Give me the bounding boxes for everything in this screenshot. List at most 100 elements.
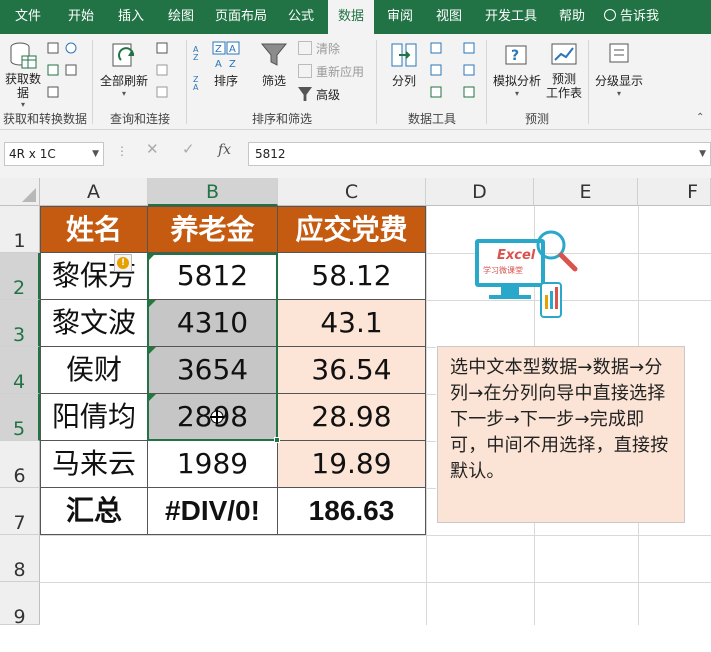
tab-home[interactable]: 开始 bbox=[58, 0, 104, 34]
cell-a7-total-label[interactable]: 汇总 bbox=[40, 487, 148, 535]
remove-duplicates-icon[interactable] bbox=[430, 64, 442, 76]
advanced-filter-button[interactable]: 高级 bbox=[298, 84, 340, 106]
refresh-all-button[interactable]: 全部刷新 ▾ bbox=[96, 40, 152, 98]
select-all-button[interactable] bbox=[0, 178, 40, 206]
what-if-analysis-button[interactable]: ? 模拟分析 ▾ bbox=[490, 40, 544, 98]
from-web-icon[interactable] bbox=[65, 42, 77, 54]
filter-button[interactable]: 筛选 bbox=[256, 40, 292, 89]
group-label-data-tools: 数据工具 bbox=[407, 112, 456, 126]
cell-c7-total[interactable]: 186.63 bbox=[277, 487, 426, 535]
flash-fill-icon[interactable] bbox=[430, 42, 442, 54]
recent-sources-icon[interactable] bbox=[65, 64, 77, 76]
ribbon-tab-bar: 文件 开始 插入 绘图 页面布局 公式 数据 审阅 视图 开发工具 帮助 告诉我 bbox=[0, 0, 711, 36]
row-header-1[interactable]: 1 bbox=[0, 206, 40, 253]
relationships-icon[interactable] bbox=[463, 64, 475, 76]
get-data-button[interactable]: 获取数据 ▾ bbox=[2, 40, 44, 109]
edit-links-icon[interactable] bbox=[156, 86, 168, 98]
text-to-columns-button[interactable]: 分列 bbox=[384, 40, 424, 89]
forecast-sheet-button[interactable]: 预测 工作表 bbox=[544, 40, 584, 100]
cell-b4-value: 3654 bbox=[176, 353, 249, 386]
cell-c6[interactable]: 19.89 bbox=[277, 440, 426, 488]
tab-view[interactable]: 视图 bbox=[428, 0, 470, 34]
svg-text:A: A bbox=[229, 44, 236, 55]
row-header-5[interactable]: 5 bbox=[0, 394, 40, 441]
data-model-icon[interactable] bbox=[463, 86, 475, 98]
collapse-ribbon-icon[interactable]: ⌃ bbox=[696, 112, 704, 123]
row-header-8[interactable]: 8 bbox=[0, 535, 40, 582]
tab-review[interactable]: 审阅 bbox=[380, 0, 420, 34]
cell-c2[interactable]: 58.12 bbox=[277, 252, 426, 300]
advanced-filter-icon bbox=[298, 87, 312, 101]
tab-page-layout[interactable]: 页面布局 bbox=[208, 0, 274, 34]
sort-label: 排序 bbox=[213, 74, 238, 88]
tab-help[interactable]: 帮助 bbox=[552, 0, 592, 34]
refresh-all-label: 全部刷新 bbox=[99, 74, 148, 88]
existing-connections-icon[interactable] bbox=[47, 86, 59, 98]
tell-me-search[interactable]: 告诉我 bbox=[604, 0, 659, 34]
cancel-icon[interactable]: ✕ bbox=[146, 140, 159, 158]
name-box-value: 4R x 1C bbox=[9, 147, 56, 161]
group-divider bbox=[376, 40, 377, 124]
cell-b7-total[interactable]: #DIV/0! bbox=[147, 487, 278, 535]
row-header-3[interactable]: 3 bbox=[0, 300, 40, 347]
tab-data[interactable]: 数据 bbox=[328, 0, 374, 36]
row-header-6[interactable]: 6 bbox=[0, 441, 40, 488]
cell-a4[interactable]: 侯财 bbox=[40, 346, 148, 394]
column-header-a[interactable]: A bbox=[40, 178, 148, 206]
cell-b4[interactable]: 3654 bbox=[147, 346, 278, 394]
row-header-2[interactable]: 2 bbox=[0, 253, 40, 300]
tab-draw[interactable]: 绘图 bbox=[158, 0, 204, 34]
queries-connections-icon[interactable] bbox=[156, 42, 168, 54]
cell-c3[interactable]: 43.1 bbox=[277, 299, 426, 347]
gridline bbox=[426, 206, 427, 625]
tab-insert[interactable]: 插入 bbox=[108, 0, 154, 34]
cell-b3[interactable]: 4310 bbox=[147, 299, 278, 347]
clear-filter-button[interactable]: 清除 bbox=[298, 38, 340, 60]
cell-c4[interactable]: 36.54 bbox=[277, 346, 426, 394]
formula-input[interactable]: 5812 ▼ bbox=[248, 142, 711, 166]
tab-developer[interactable]: 开发工具 bbox=[478, 0, 544, 34]
sort-button[interactable]: Z A AZ 排序 bbox=[210, 40, 242, 89]
group-divider bbox=[486, 40, 487, 124]
properties-icon[interactable] bbox=[156, 64, 168, 76]
filter-label: 筛选 bbox=[261, 74, 286, 88]
clear-label: 清除 bbox=[316, 42, 341, 56]
cell-b2[interactable]: 5812 bbox=[147, 252, 278, 300]
row-header-7[interactable]: 7 bbox=[0, 488, 40, 535]
enter-icon[interactable]: ✓ bbox=[182, 140, 195, 158]
chevron-down-icon[interactable]: ▼ bbox=[699, 143, 706, 165]
name-box[interactable]: 4R x 1C ▼ bbox=[4, 142, 104, 166]
cell-a5[interactable]: 阳倩均 bbox=[40, 393, 148, 441]
data-validation-icon[interactable] bbox=[430, 86, 442, 98]
row-header-9[interactable]: 9 bbox=[0, 582, 40, 628]
row-header-4[interactable]: 4 bbox=[0, 347, 40, 394]
insert-function-icon[interactable]: fx bbox=[218, 142, 231, 158]
dropdown-arrow-icon: ▾ bbox=[616, 89, 621, 98]
outline-button[interactable]: 分级显示 ▾ bbox=[592, 40, 646, 98]
column-header-b[interactable]: B bbox=[148, 178, 278, 206]
cell-a3[interactable]: 黎文波 bbox=[40, 299, 148, 347]
cell-c1-header[interactable]: 应交党费 bbox=[277, 206, 426, 253]
sort-za-icon[interactable]: ZA bbox=[192, 74, 208, 90]
column-header-d[interactable]: D bbox=[426, 178, 534, 206]
consolidate-icon[interactable] bbox=[463, 42, 475, 54]
sort-az-icon[interactable]: AZ bbox=[192, 44, 208, 60]
cell-a1-header[interactable]: 姓名 bbox=[40, 206, 148, 253]
column-header-f[interactable]: F bbox=[638, 178, 711, 206]
error-warning-button[interactable]: ! bbox=[114, 254, 132, 272]
from-text-icon[interactable] bbox=[47, 42, 59, 54]
cell-b1-header[interactable]: 养老金 bbox=[147, 206, 278, 253]
from-table-icon[interactable] bbox=[47, 64, 59, 76]
column-header-e[interactable]: E bbox=[534, 178, 638, 206]
gridline bbox=[426, 347, 436, 348]
cell-c5[interactable]: 28.98 bbox=[277, 393, 426, 441]
chevron-down-icon[interactable]: ▼ bbox=[92, 143, 99, 165]
cell-a6[interactable]: 马来云 bbox=[40, 440, 148, 488]
column-header-c[interactable]: C bbox=[278, 178, 426, 206]
tab-formulas[interactable]: 公式 bbox=[278, 0, 324, 34]
cell-b6[interactable]: 1989 bbox=[147, 440, 278, 488]
formula-bar-grip[interactable]: ⋮ bbox=[116, 144, 128, 158]
sort-icon: Z A AZ bbox=[212, 41, 240, 70]
reapply-button[interactable]: 重新应用 bbox=[298, 61, 364, 83]
tab-file[interactable]: 文件 bbox=[8, 0, 48, 34]
